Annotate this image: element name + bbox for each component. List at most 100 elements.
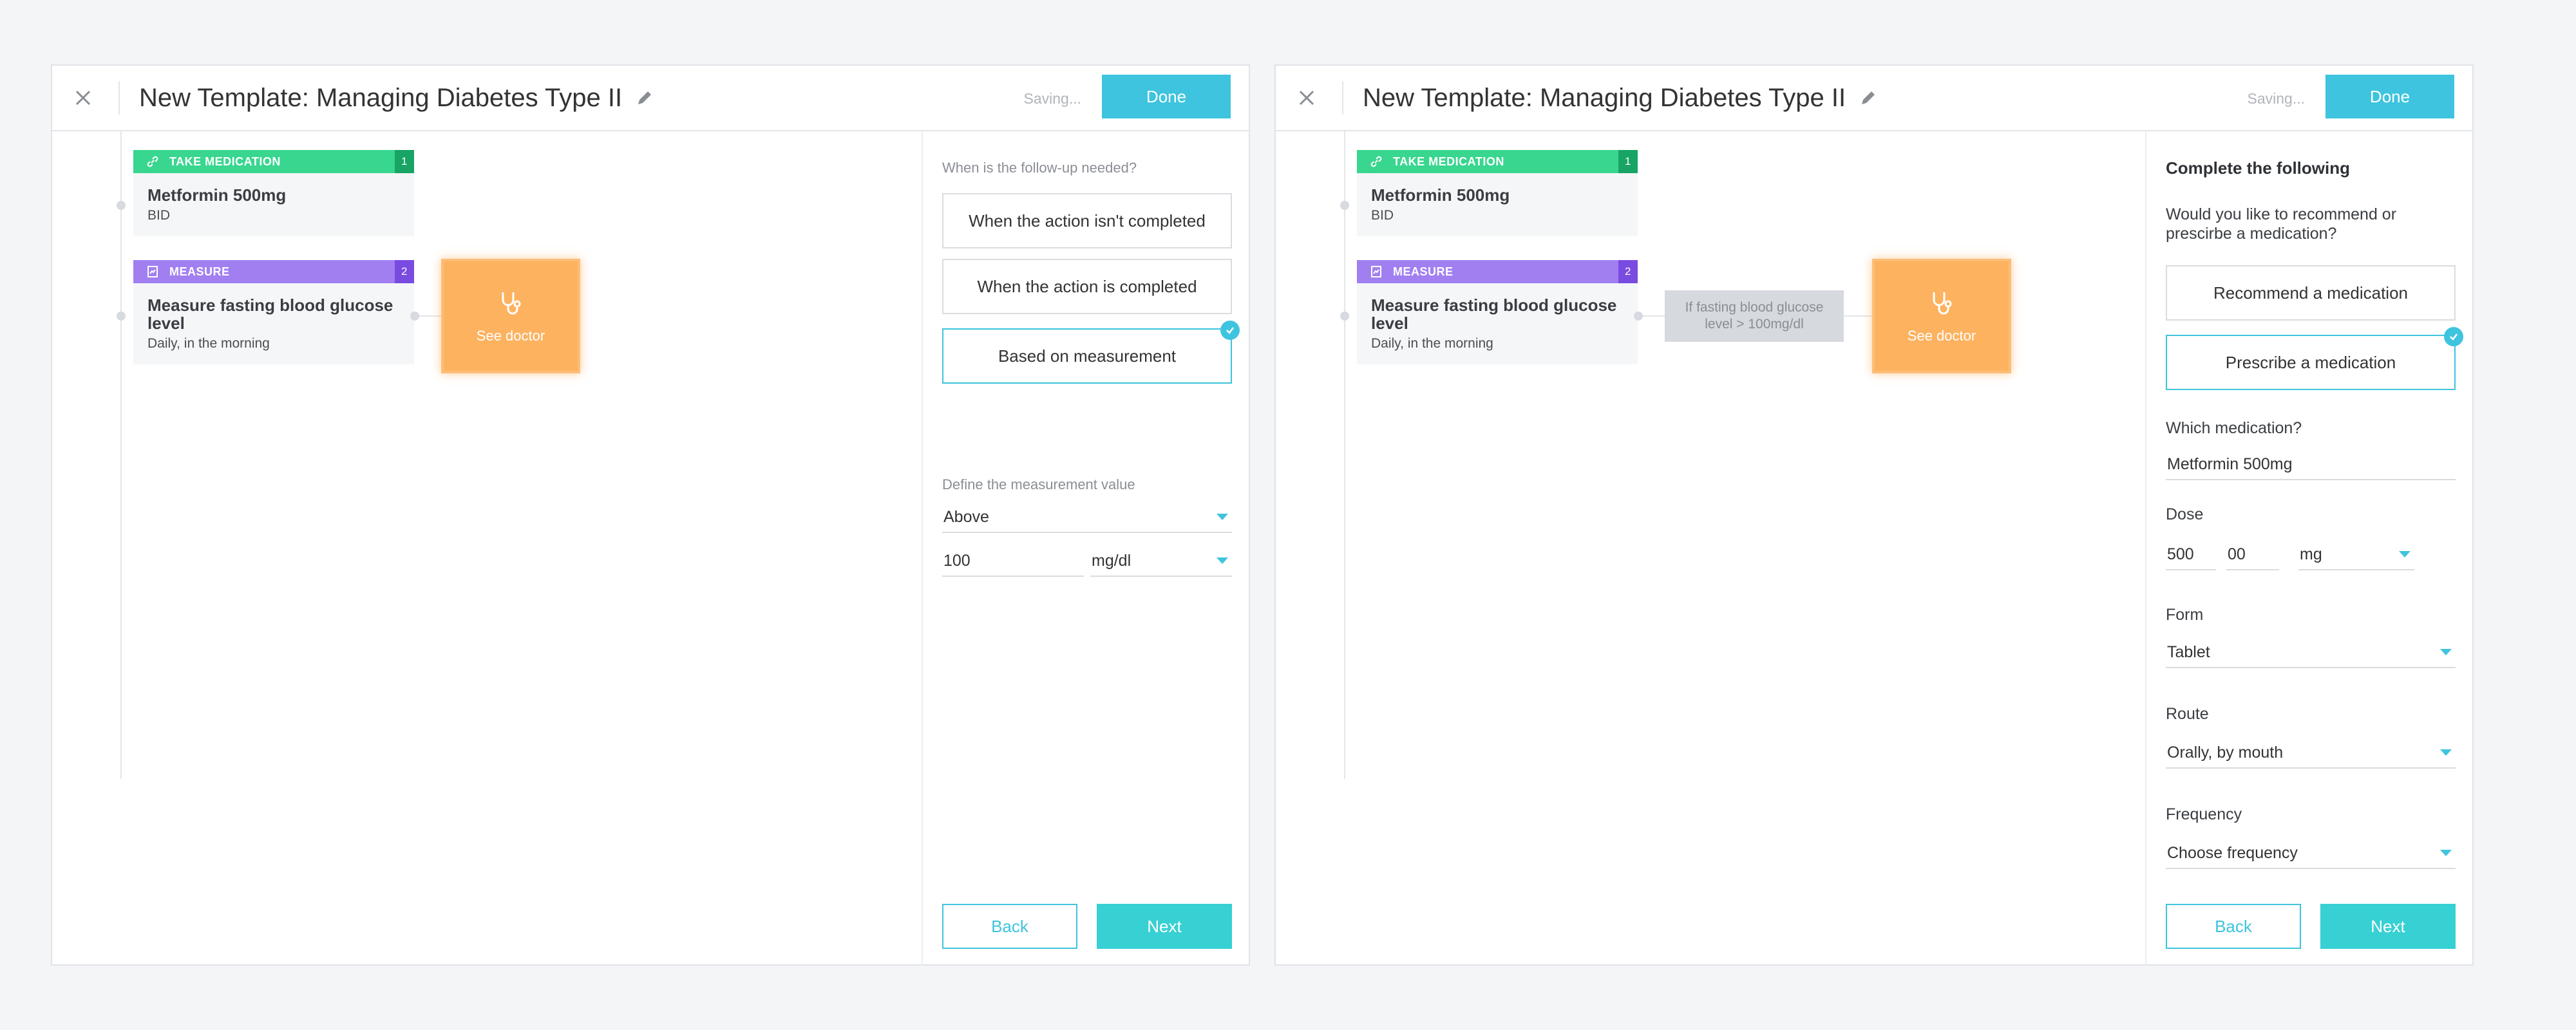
window-header: New Template: Managing Diabetes Type II … [52,66,1249,131]
option-action-not-completed[interactable]: When the action isn't completed [942,193,1232,248]
card-title: Measure fasting blood glucose level [147,295,393,333]
form-label: Form [2166,606,2204,624]
window-header: New Template: Managing Diabetes Type II … [1276,66,2472,131]
template-editor-window-1: New Template: Managing Diabetes Type II … [51,64,1250,966]
card-header: MEASURE 2 [1357,260,1638,283]
dose-whole-value: 500 [2167,545,2194,563]
see-doctor-label: See doctor [1907,327,1976,344]
measurement-value: 100 [943,552,971,570]
back-button[interactable]: Back [942,904,1077,949]
chart-icon [1370,265,1384,279]
card-header: MEASURE 2 [133,260,414,283]
chevron-down-icon [2440,749,2452,756]
dose-label: Dose [2166,505,2204,523]
frequency-label: Frequency [2166,805,2242,823]
close-icon[interactable] [68,82,99,113]
measurement-value-input[interactable]: 100 [942,550,1084,577]
card-type-label: TAKE MEDICATION [1393,154,1504,168]
link-icon [1370,154,1384,169]
flow-canvas: TAKE MEDICATION 1 Metformin 500mg BID ME… [52,131,922,966]
connector-dot [1634,312,1643,321]
connector-dot [117,312,126,321]
card-type-label: TAKE MEDICATION [169,154,281,168]
dose-whole-input[interactable]: 500 [2166,543,2216,570]
unit-value: mg/dl [1092,552,1132,570]
edit-pencil-icon[interactable] [632,85,658,111]
frequency-select[interactable]: Choose frequency [2166,842,2456,869]
option-label: Based on measurement [998,346,1177,366]
card-subtitle: Daily, in the morning [147,336,270,351]
chart-icon [146,265,160,279]
header-divider [118,81,120,115]
medication-input[interactable]: Metformin 500mg [2166,453,2456,480]
close-icon[interactable] [1291,82,1322,113]
card-subtitle: Daily, in the morning [1371,336,1493,351]
action-card-take-medication[interactable]: TAKE MEDICATION 1 Metformin 500mg BID [133,150,414,236]
panel-heading: Complete the following [2166,158,2350,178]
saving-status: Saving... [1023,90,1082,107]
medication-question: Would you like to recommend or prescirbe… [2166,205,2397,243]
back-button[interactable]: Back [2166,904,2301,949]
header-divider [1342,81,1343,115]
saving-status: Saving... [2247,90,2306,107]
card-type-label: MEASURE [169,265,230,278]
card-number: 2 [1618,260,1638,283]
route-select[interactable]: Orally, by mouth [2166,742,2456,769]
chevron-down-icon [1217,557,1228,564]
connector-dot [117,201,126,210]
card-type-label: MEASURE [1393,265,1454,278]
follow-up-panel: When is the follow-up needed? When the a… [922,131,1250,966]
condition-node[interactable]: If fasting blood glucose level > 100mg/d… [1665,290,1844,342]
dose-unit-select[interactable]: mg [2298,543,2414,570]
see-doctor-node[interactable]: See doctor [1872,259,2011,373]
follow-up-question: When is the follow-up needed? [942,160,1137,176]
action-card-measure[interactable]: MEASURE 2 Measure fasting blood glucose … [1357,260,1638,364]
template-editor-window-2: New Template: Managing Diabetes Type II … [1274,64,2474,966]
done-button[interactable]: Done [1102,75,1231,118]
frequency-placeholder: Choose frequency [2167,844,2298,862]
card-number: 1 [1618,150,1638,173]
check-icon [2444,327,2463,346]
card-header: TAKE MEDICATION 1 [1357,150,1638,173]
chevron-down-icon [2440,649,2452,655]
option-recommend-medication[interactable]: Recommend a medication [2166,265,2456,321]
unit-select[interactable]: mg/dl [1090,550,1232,577]
timeline-line [1344,131,1345,779]
connector-dot [1340,312,1349,321]
option-label: Prescribe a medication [2225,352,2396,372]
comparator-select[interactable]: Above [942,506,1232,533]
next-button[interactable]: Next [2320,904,2456,949]
connector-dot [1340,201,1349,210]
template-title: New Template: Managing Diabetes Type II [139,84,623,112]
action-card-take-medication[interactable]: TAKE MEDICATION 1 Metformin 500mg BID [1357,150,1638,236]
form-value: Tablet [2167,643,2210,661]
see-doctor-label: See doctor [476,327,545,344]
form-select[interactable]: Tablet [2166,641,2456,668]
dose-decimal-input[interactable]: 00 [2226,543,2279,570]
flow-canvas: TAKE MEDICATION 1 Metformin 500mg BID ME… [1276,131,2145,966]
option-prescribe-medication[interactable]: Prescribe a medication [2166,327,2463,390]
route-label: Route [2166,705,2209,723]
connector-dot [410,312,419,321]
route-value: Orally, by mouth [2167,744,2284,762]
card-header: TAKE MEDICATION 1 [133,150,414,173]
card-subtitle: BID [147,208,171,223]
card-number: 1 [395,150,414,173]
done-button[interactable]: Done [2325,75,2454,118]
action-card-measure[interactable]: MEASURE 2 Measure fasting blood glucose … [133,260,414,364]
edit-pencil-icon[interactable] [1855,85,1881,111]
medication-panel: Complete the following Would you like to… [2145,131,2474,966]
check-icon [1220,321,1240,340]
next-button[interactable]: Next [1097,904,1232,949]
chevron-down-icon [2399,551,2410,557]
stethoscope-icon [497,288,525,320]
comparator-value: Above [943,508,989,526]
option-action-completed[interactable]: When the action is completed [942,259,1232,314]
template-title: New Template: Managing Diabetes Type II [1363,84,1846,112]
see-doctor-node[interactable]: See doctor [441,259,580,373]
option-based-on-measurement[interactable]: Based on measurement [942,321,1240,384]
which-medication-label: Which medication? [2166,419,2302,437]
card-number: 2 [395,260,414,283]
define-measurement-label: Define the measurement value [942,476,1135,492]
timeline-line [120,131,122,779]
